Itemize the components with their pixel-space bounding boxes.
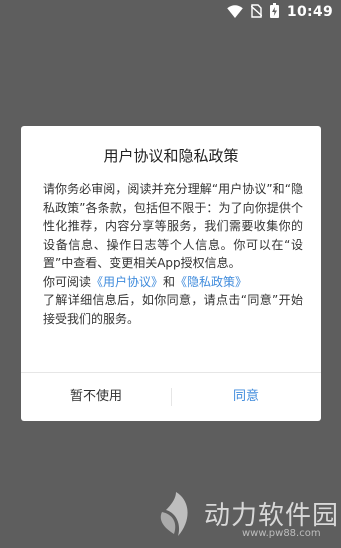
not-now-button[interactable]: 暂不使用 (21, 373, 171, 421)
user-agreement-link[interactable]: 《用户协议》 (91, 275, 163, 289)
status-clock: 10:49 (286, 4, 333, 20)
dialog-paragraph-links: 你可阅读《用户协议》和《隐私政策》 (43, 273, 303, 292)
no-sim-icon (250, 3, 263, 22)
privacy-policy-link[interactable]: 《隐私政策》 (175, 275, 247, 289)
site-watermark: 动力软件园 www.pw88.com (152, 490, 341, 548)
dialog-paragraph-consent: 了解详细信息后，如你同意，请点击“同意”开始接受我们的服务。 (43, 293, 303, 326)
dialog-title: 用户协议和隐私政策 (103, 147, 239, 165)
watermark-url: www.pw88.com (242, 528, 321, 539)
watermark-brand: 动力软件园 (204, 501, 340, 531)
dialog-paragraph-intro: 请你务必审阅，阅读并充分理解“用户协议”和“隐私政策”各条款，包括但不限于：为了… (43, 182, 303, 270)
agree-button[interactable]: 同意 (171, 373, 321, 421)
and-text: 和 (163, 274, 176, 289)
read-prefix-text: 你可阅读 (43, 274, 92, 289)
status-icons: 10:49 (219, 2, 333, 22)
wifi-icon (227, 3, 243, 22)
battery-charging-icon (269, 2, 279, 22)
dialog-body: 请你务必审阅，阅读并充分理解“用户协议”和“隐私政策”各条款，包括但不限于：为了… (43, 180, 303, 328)
watermark-logo-icon (152, 490, 200, 542)
status-bar: 10:49 (0, 0, 341, 24)
privacy-dialog: 用户协议和隐私政策 请你务必审阅，阅读并充分理解“用户协议”和“隐私政策”各条款… (21, 126, 321, 421)
